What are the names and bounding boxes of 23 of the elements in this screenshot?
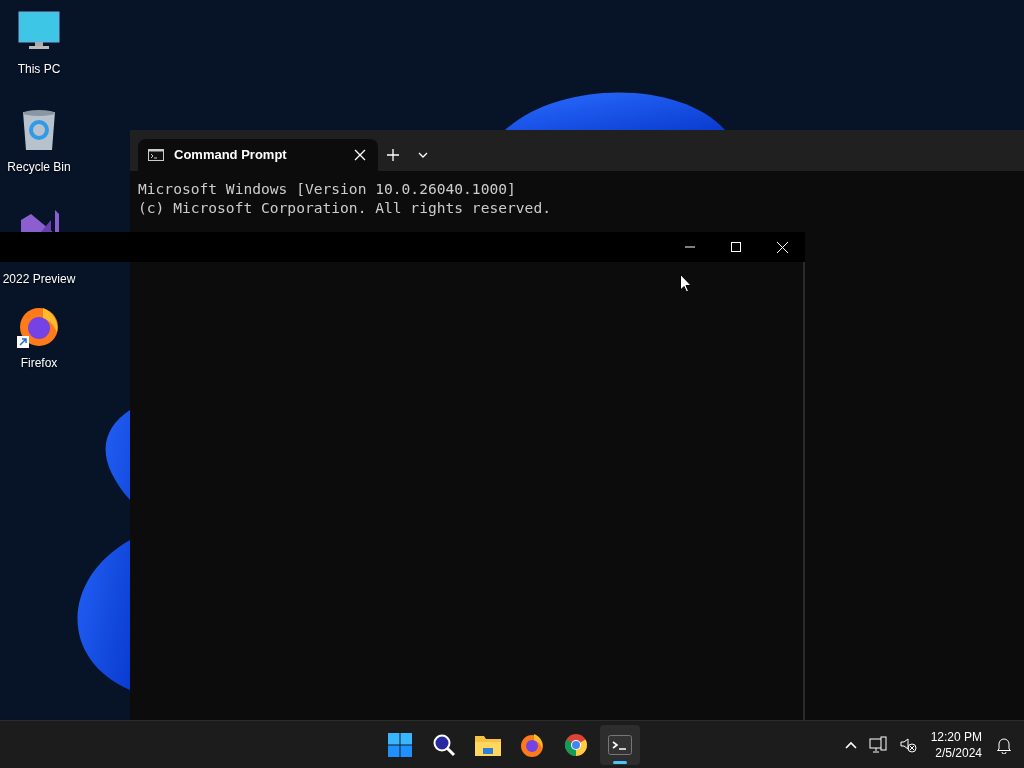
terminal-tab[interactable]: Command Prompt — [138, 139, 378, 171]
folder-icon — [475, 734, 501, 756]
mouse-cursor-icon — [680, 274, 692, 293]
chevron-down-icon — [418, 152, 428, 158]
clock[interactable]: 12:20 PM 2/5/2024 — [924, 729, 988, 761]
plus-icon — [387, 149, 399, 161]
desktop-icon-label[interactable]: This PC — [17, 62, 61, 76]
chrome-icon — [564, 733, 588, 757]
console-output-line: Microsoft Windows [Version 10.0.26040.1000] — [138, 179, 517, 198]
desktop-icon-label[interactable]: 2022 Preview — [2, 272, 76, 286]
maximize-icon — [731, 242, 741, 252]
firefox-icon — [520, 733, 544, 757]
terminal-icon — [608, 735, 632, 755]
desktop-icon-label[interactable]: Recycle Bin — [7, 160, 71, 174]
search-icon — [432, 733, 456, 757]
close-icon — [776, 241, 788, 253]
close-tab-icon[interactable] — [352, 147, 368, 163]
desktop-icon-label[interactable]: Firefox — [20, 356, 58, 370]
windows-logo-icon — [388, 733, 412, 757]
console-icon — [148, 149, 164, 161]
running-indicator — [613, 761, 627, 764]
console-output-line: (c) Microsoft Corporation. All rights reserved. — [138, 198, 552, 217]
taskbar-terminal-button[interactable] — [600, 725, 640, 765]
